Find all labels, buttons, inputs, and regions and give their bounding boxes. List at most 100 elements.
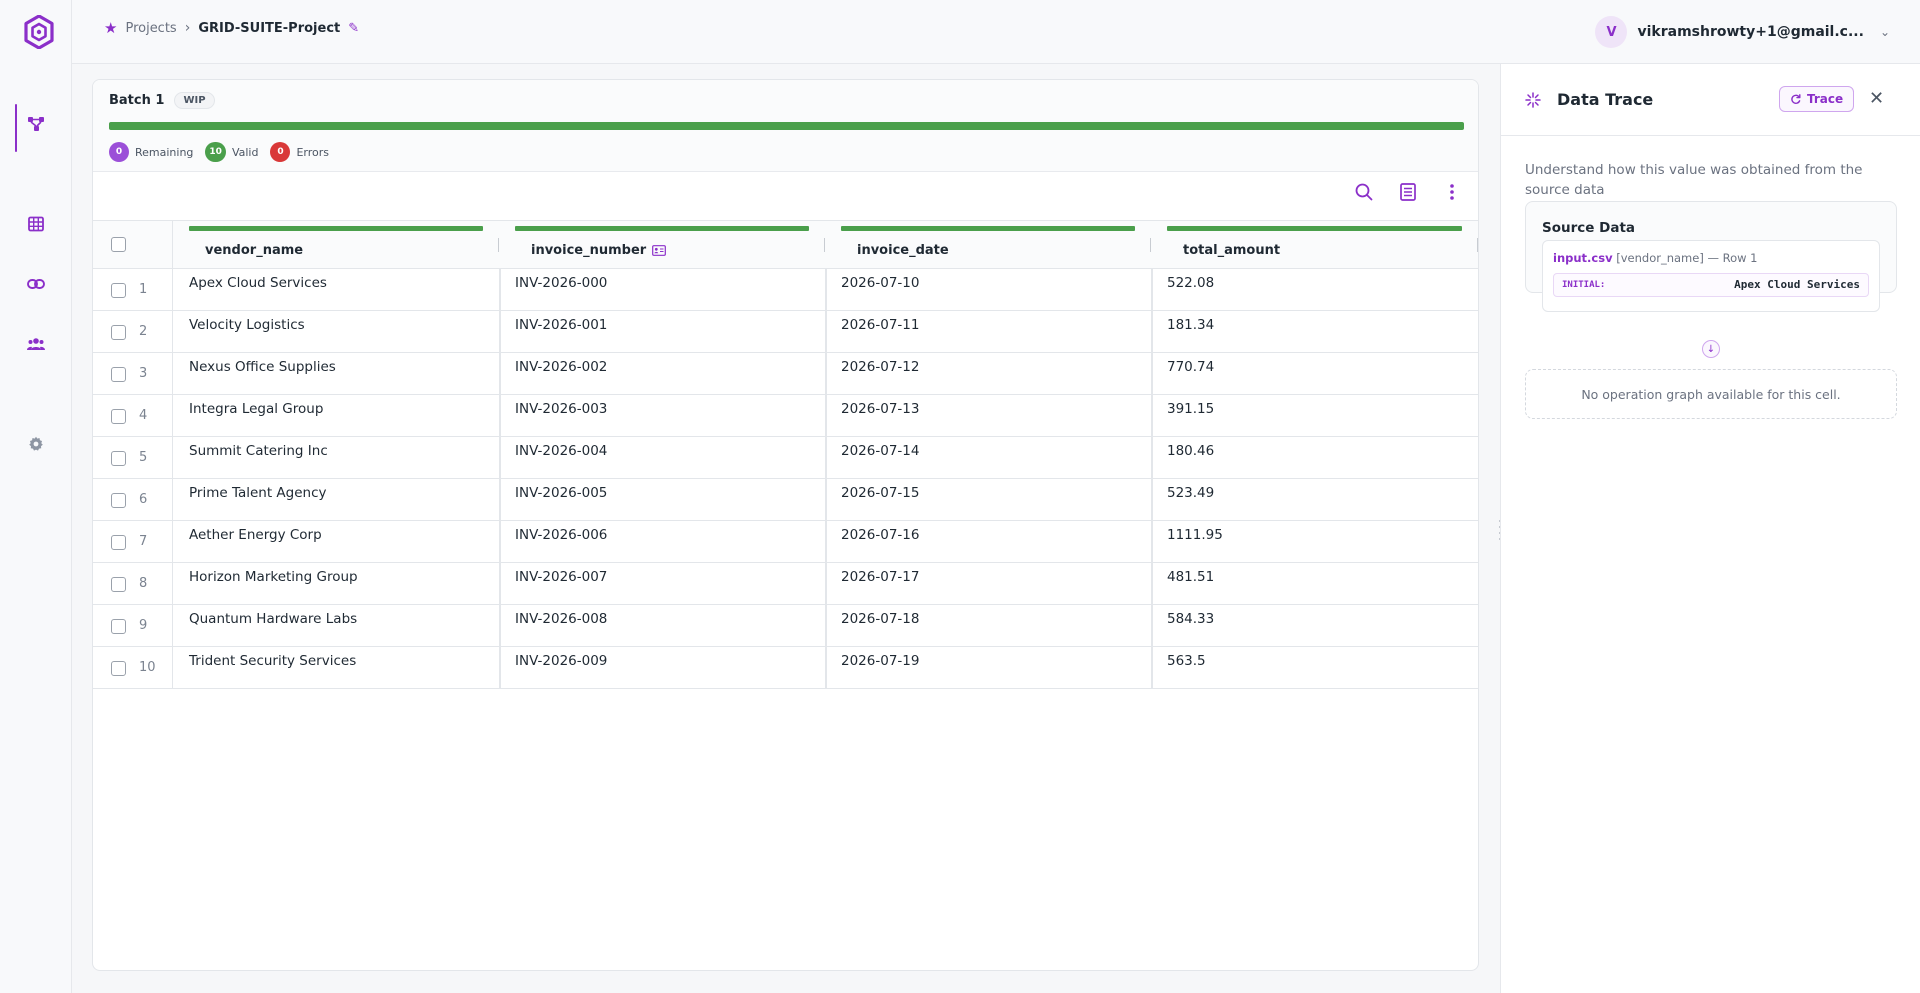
nav-links[interactable]: [0, 264, 72, 304]
column-header-invoice-number[interactable]: invoice_number: [499, 221, 825, 269]
table-icon: [28, 216, 44, 232]
table-cell-invoice-date[interactable]: 2026-07-12: [825, 353, 1151, 395]
select-all-checkbox[interactable]: [111, 237, 126, 252]
table-cell-invoice-date[interactable]: 2026-07-10: [825, 269, 1151, 311]
table-cell-vendor-name[interactable]: Summit Catering Inc: [173, 437, 499, 479]
document-list-icon: [1400, 183, 1416, 201]
errors-label: Errors: [296, 145, 330, 159]
row-checkbox[interactable]: [111, 619, 126, 634]
table-cell-vendor-name[interactable]: Aether Energy Corp: [173, 521, 499, 563]
table-row[interactable]: 2 Velocity Logistics INV-2026-001 2026-07-1…: [93, 311, 1478, 353]
report-button[interactable]: [1398, 182, 1418, 202]
user-email: vikramshrowty+1@gmail.c...: [1637, 24, 1864, 40]
table-cell-total-amount[interactable]: 1111.95: [1151, 521, 1478, 563]
table-cell-invoice-date[interactable]: 2026-07-11: [825, 311, 1151, 353]
table-cell-total-amount[interactable]: 391.15: [1151, 395, 1478, 437]
breadcrumb: ★ Projects › GRID-SUITE-Project ✎: [104, 20, 359, 36]
table-cell-invoice-number[interactable]: INV-2026-001: [499, 311, 825, 353]
table-cell-total-amount[interactable]: 770.74: [1151, 353, 1478, 395]
table-cell-vendor-name[interactable]: Trident Security Services: [173, 647, 499, 689]
table-cell-invoice-date[interactable]: 2026-07-16: [825, 521, 1151, 563]
table-cell-invoice-number[interactable]: INV-2026-000: [499, 269, 825, 311]
data-trace-panel: Data Trace Trace ✕ Understand how this v…: [1500, 64, 1920, 993]
column-status-bar: [1167, 226, 1462, 231]
table-cell-vendor-name[interactable]: Quantum Hardware Labs: [173, 605, 499, 647]
table-row[interactable]: 9 Quantum Hardware Labs INV-2026-008 2026-0…: [93, 605, 1478, 647]
table-row[interactable]: 8 Horizon Marketing Group INV-2026-007 2026…: [93, 563, 1478, 605]
table-row[interactable]: 7 Aether Energy Corp INV-2026-006 2026-07-1…: [93, 521, 1478, 563]
table-row[interactable]: 3 Nexus Office Supplies INV-2026-002 2026-0…: [93, 353, 1478, 395]
table-cell-invoice-number[interactable]: INV-2026-004: [499, 437, 825, 479]
table-row[interactable]: 4 Integra Legal Group INV-2026-003 2026-07-…: [93, 395, 1478, 437]
table-cell-total-amount[interactable]: 181.34: [1151, 311, 1478, 353]
breadcrumb-projects[interactable]: Projects: [125, 21, 176, 36]
valid-label: Valid: [231, 145, 259, 159]
table-cell-vendor-name[interactable]: Horizon Marketing Group: [173, 563, 499, 605]
nav-team[interactable]: [0, 324, 72, 364]
pipeline-icon: [28, 117, 44, 131]
source-file-name[interactable]: input.csv: [1553, 251, 1613, 265]
search-button[interactable]: [1354, 182, 1374, 202]
table-cell-invoice-date[interactable]: 2026-07-13: [825, 395, 1151, 437]
close-icon[interactable]: ✕: [1869, 88, 1884, 109]
arrow-down-icon: ↓: [1702, 340, 1720, 358]
table-cell-invoice-number[interactable]: INV-2026-009: [499, 647, 825, 689]
table-cell-invoice-date[interactable]: 2026-07-15: [825, 479, 1151, 521]
breadcrumb-project: GRID-SUITE-Project: [198, 20, 341, 36]
row-checkbox[interactable]: [111, 493, 126, 508]
pencil-icon[interactable]: ✎: [348, 21, 359, 36]
column-resize-handle[interactable]: [1477, 238, 1478, 252]
column-header-vendor-name[interactable]: vendor_name: [173, 221, 499, 269]
table-row[interactable]: 6 Prime Talent Agency INV-2026-005 2026-07-…: [93, 479, 1478, 521]
table-cell-total-amount[interactable]: 522.08: [1151, 269, 1478, 311]
row-checkbox[interactable]: [111, 661, 126, 676]
table-body: 1 Apex Cloud Services INV-2026-000 2026-07-…: [93, 269, 1478, 689]
table-cell-invoice-date[interactable]: 2026-07-19: [825, 647, 1151, 689]
table-cell-vendor-name[interactable]: Prime Talent Agency: [173, 479, 499, 521]
row-checkbox[interactable]: [111, 367, 126, 382]
search-icon: [1355, 183, 1373, 201]
column-header-invoice-date[interactable]: invoice_date: [825, 221, 1151, 269]
column-header-total-amount[interactable]: total_amount: [1151, 221, 1478, 269]
row-number: 7: [139, 534, 148, 549]
more-options-button[interactable]: [1442, 182, 1462, 202]
table-cell-invoice-date[interactable]: 2026-07-18: [825, 605, 1151, 647]
star-icon[interactable]: ★: [104, 20, 117, 36]
row-checkbox[interactable]: [111, 451, 126, 466]
table-cell-total-amount[interactable]: 523.49: [1151, 479, 1478, 521]
trace-button[interactable]: Trace: [1779, 86, 1855, 112]
table-cell-total-amount[interactable]: 481.51: [1151, 563, 1478, 605]
table-cell-total-amount[interactable]: 180.46: [1151, 437, 1478, 479]
row-checkbox[interactable]: [111, 283, 126, 298]
table-cell-invoice-date[interactable]: 2026-07-17: [825, 563, 1151, 605]
table-cell-vendor-name[interactable]: Apex Cloud Services: [173, 269, 499, 311]
nav-table[interactable]: [0, 204, 72, 244]
app-logo-icon[interactable]: [24, 15, 54, 49]
table-row[interactable]: 1 Apex Cloud Services INV-2026-000 2026-07-…: [93, 269, 1478, 311]
users-icon: [27, 338, 45, 350]
row-checkbox[interactable]: [111, 325, 126, 340]
table-cell-total-amount[interactable]: 584.33: [1151, 605, 1478, 647]
table-cell-vendor-name[interactable]: Nexus Office Supplies: [173, 353, 499, 395]
nav-settings[interactable]: [0, 424, 72, 464]
row-checkbox[interactable]: [111, 535, 126, 550]
table-cell-invoice-number[interactable]: INV-2026-007: [499, 563, 825, 605]
table-cell-total-amount[interactable]: 563.5: [1151, 647, 1478, 689]
row-number: 1: [139, 282, 148, 297]
row-checkbox[interactable]: [111, 577, 126, 592]
table-cell-invoice-number[interactable]: INV-2026-002: [499, 353, 825, 395]
table-cell-invoice-number[interactable]: INV-2026-003: [499, 395, 825, 437]
table-cell-invoice-number[interactable]: INV-2026-006: [499, 521, 825, 563]
table-row[interactable]: 5 Summit Catering Inc INV-2026-004 2026-07-…: [93, 437, 1478, 479]
column-status-bar: [515, 226, 809, 231]
table-cell-vendor-name[interactable]: Integra Legal Group: [173, 395, 499, 437]
table-row[interactable]: 10 Trident Security Services INV-2026-009 2…: [93, 647, 1478, 689]
row-checkbox[interactable]: [111, 409, 126, 424]
table-cell-invoice-date[interactable]: 2026-07-14: [825, 437, 1151, 479]
table-cell-invoice-number[interactable]: INV-2026-008: [499, 605, 825, 647]
user-menu[interactable]: V vikramshrowty+1@gmail.c... ⌄: [1595, 16, 1890, 48]
table-cell-vendor-name[interactable]: Velocity Logistics: [173, 311, 499, 353]
nav-pipeline[interactable]: [0, 104, 72, 152]
table-cell-invoice-number[interactable]: INV-2026-005: [499, 479, 825, 521]
errors-count: 0: [270, 142, 291, 162]
